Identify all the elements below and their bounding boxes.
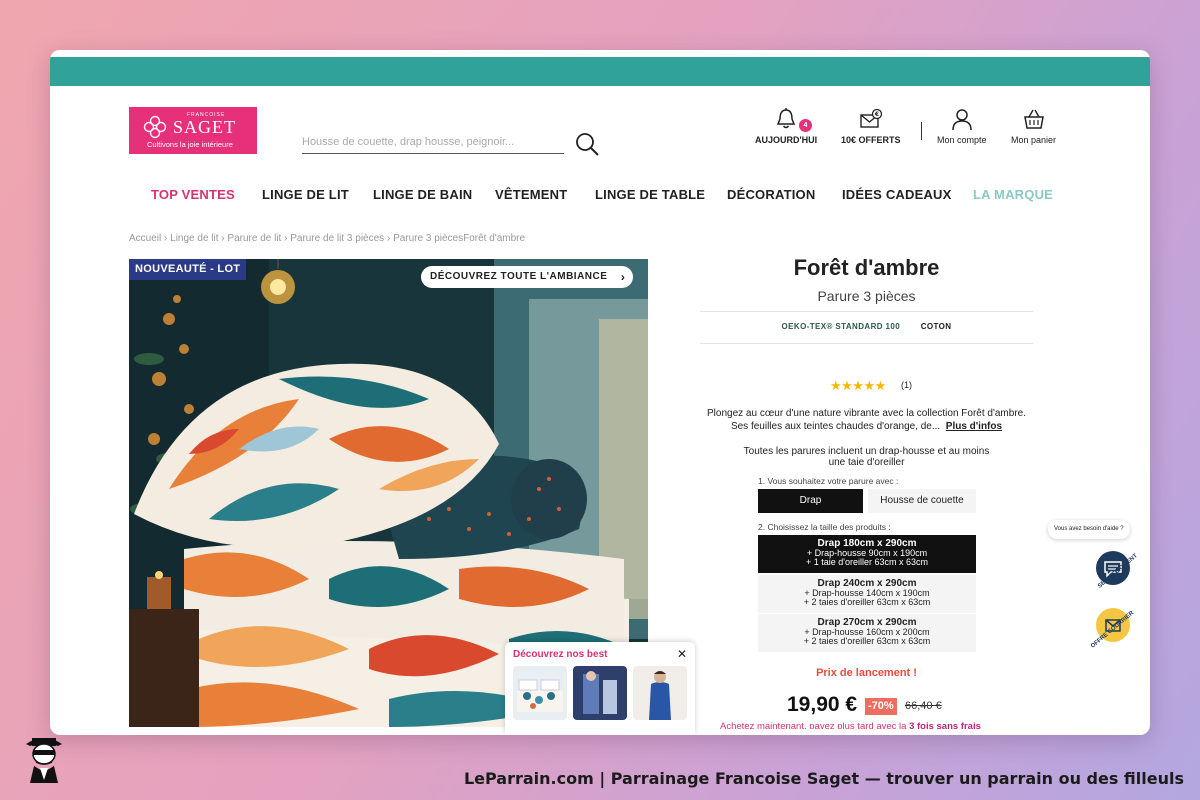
- cart-label: Mon panier: [1011, 135, 1057, 145]
- old-price: 66,40 €: [905, 700, 942, 712]
- user-icon: [952, 109, 972, 131]
- pay-later-prefix: Achetez maintenant, payez plus tard avec…: [720, 721, 910, 729]
- nav-vetement[interactable]: VÊTEMENT: [495, 187, 567, 202]
- help-bubble[interactable]: Vous avez besoin d'aide ?: [1048, 520, 1130, 539]
- account-button[interactable]: Mon compte: [937, 107, 987, 145]
- gift-offer-button[interactable]: € 10€ OFFERTS: [841, 107, 901, 145]
- mascot-logo: [26, 738, 62, 783]
- best-thumb-image: [513, 666, 567, 720]
- option-drap[interactable]: Drap: [758, 489, 863, 513]
- best-thumb[interactable]: [513, 666, 567, 720]
- account-label: Mon compte: [937, 135, 987, 145]
- new-badge: NOUVEAUTÉ - LOT: [129, 259, 247, 280]
- notification-badge: 4: [799, 119, 812, 132]
- nav-decoration[interactable]: DÉCORATION: [727, 187, 815, 202]
- coton-label: COTON: [920, 322, 952, 331]
- size-line: + 1 taie d'oreiller 63cm x 63cm: [805, 557, 929, 567]
- cart-button[interactable]: Mon panier: [1011, 107, 1056, 145]
- logo[interactable]: FRANCOISE SAGET Cultivons la joie intéri…: [129, 107, 257, 154]
- size-line: + Drap-housse 140cm x 190cm: [804, 587, 930, 598]
- breadcrumb: Accueil › Linge de lit › Parure de lit ›…: [129, 233, 526, 244]
- search-input[interactable]: [302, 130, 564, 154]
- ambiance-button[interactable]: DÉCOUVREZ TOUTE L'AMBIANCE ›: [421, 266, 634, 288]
- nav-linge-de-lit[interactable]: LINGE DE LIT: [262, 187, 349, 202]
- breadcrumb-link[interactable]: Parure de lit 3 pièces: [290, 233, 384, 244]
- discount-badge: -70%: [865, 698, 897, 715]
- divider: [700, 311, 1033, 312]
- nav-idees-cadeaux[interactable]: IDÉES CADEAUX: [842, 187, 952, 202]
- header-divider: [921, 122, 922, 140]
- bell-icon: [776, 108, 796, 129]
- envelope-gift-icon: €: [860, 108, 882, 128]
- logo-tagline: Cultivons la joie intérieure: [147, 140, 233, 149]
- best-thumb-image: [573, 666, 627, 720]
- ambiance-label: DÉCOUVREZ TOUTE L'AMBIANCE: [430, 271, 608, 282]
- svg-text:€: €: [874, 111, 879, 118]
- product-subtitle: Parure 3 pièces: [817, 288, 916, 304]
- today-label: AUJOURD'HUI: [755, 135, 818, 145]
- pay-later-text: Achetez maintenant, payez plus tard avec…: [720, 721, 1020, 729]
- promo-bar: [50, 57, 1150, 86]
- browser-window: FRANCOISE SAGET Cultivons la joie intéri…: [50, 50, 1150, 735]
- today-button[interactable]: 4 AUJOURD'HUI: [755, 107, 817, 145]
- main-nav: TOP VENTES LINGE DE LIT LINGE DE BAIN VÊ…: [50, 187, 1150, 207]
- star-rating[interactable]: ★★★★★: [830, 378, 886, 394]
- option-housse[interactable]: Housse de couette: [868, 489, 976, 513]
- product-title: Forêt d'ambre: [793, 255, 940, 280]
- best-thumb[interactable]: [633, 666, 687, 720]
- size-option[interactable]: Drap 270cm x 290cm + Drap-housse 160cm x…: [758, 614, 976, 652]
- close-icon[interactable]: ✕: [677, 647, 687, 661]
- more-info-link[interactable]: Plus d'infos: [946, 421, 1002, 432]
- size-option-selected[interactable]: Drap 180cm x 290cm + Drap-housse 90cm x …: [758, 535, 976, 573]
- step-1-label: 1. Vous souhaitez votre parure avec :: [758, 476, 899, 486]
- rating-count[interactable]: (1): [901, 380, 912, 390]
- breadcrumb-link[interactable]: Linge de lit: [170, 233, 218, 244]
- best-thumb[interactable]: [573, 666, 627, 720]
- parure-note: Toutes les parures incluent un drap-hous…: [743, 446, 990, 468]
- best-sellers-popup: Découvrez nos best ✕: [505, 642, 695, 735]
- step-2-label: 2. Choisissez la taille des produits :: [758, 522, 891, 532]
- best-thumb-image: [633, 666, 687, 720]
- product-description: Plongez au cœur d'une nature vibrante av…: [700, 408, 1033, 433]
- breadcrumb-link[interactable]: Accueil: [129, 233, 161, 244]
- basket-icon: [1023, 109, 1044, 129]
- size-option[interactable]: Drap 240cm x 290cm + Drap-housse 140cm x…: [758, 575, 976, 613]
- launch-price-label: Prix de lancement !: [816, 667, 917, 679]
- window-top-strip: [50, 50, 1150, 57]
- product-labels: OEKO-TEX® STANDARD 100 COTON: [700, 322, 1033, 331]
- footer-caption: LeParrain.com | Parrainage Francoise Sag…: [463, 769, 1184, 788]
- divider: [700, 343, 1033, 344]
- nav-linge-de-table[interactable]: LINGE DE TABLE: [595, 187, 705, 202]
- breadcrumb-link[interactable]: Parure 3 pièces: [393, 233, 463, 244]
- logo-name: SAGET: [173, 117, 236, 137]
- best-popup-title: Découvrez nos best: [513, 649, 608, 660]
- chevron-right-icon: ›: [620, 270, 626, 284]
- size-line: + 2 taies d'oreiller 63cm x 63cm: [803, 597, 931, 607]
- flower-logo-icon: [143, 115, 167, 139]
- size-line: + Drap-housse 160cm x 200cm: [804, 626, 930, 637]
- oeko-tex-label: OEKO-TEX® STANDARD 100: [781, 322, 901, 331]
- nav-top-ventes[interactable]: TOP VENTES: [151, 187, 235, 202]
- nav-la-marque[interactable]: LA MARQUE: [973, 187, 1053, 202]
- gift-label: 10€ OFFERTS: [841, 135, 901, 145]
- size-line: + 2 taies d'oreiller 63cm x 63cm: [803, 636, 931, 646]
- breadcrumb-current: Forêt d'ambre: [463, 233, 526, 244]
- pay-later-bold[interactable]: 3 fois sans frais: [909, 721, 981, 729]
- price: 19,90 €: [787, 693, 858, 716]
- breadcrumb-link[interactable]: Parure de lit: [227, 233, 281, 244]
- size-line: + Drap-housse 90cm x 190cm: [806, 547, 928, 558]
- nav-linge-de-bain[interactable]: LINGE DE BAIN: [373, 187, 472, 202]
- search-icon[interactable]: [574, 131, 600, 157]
